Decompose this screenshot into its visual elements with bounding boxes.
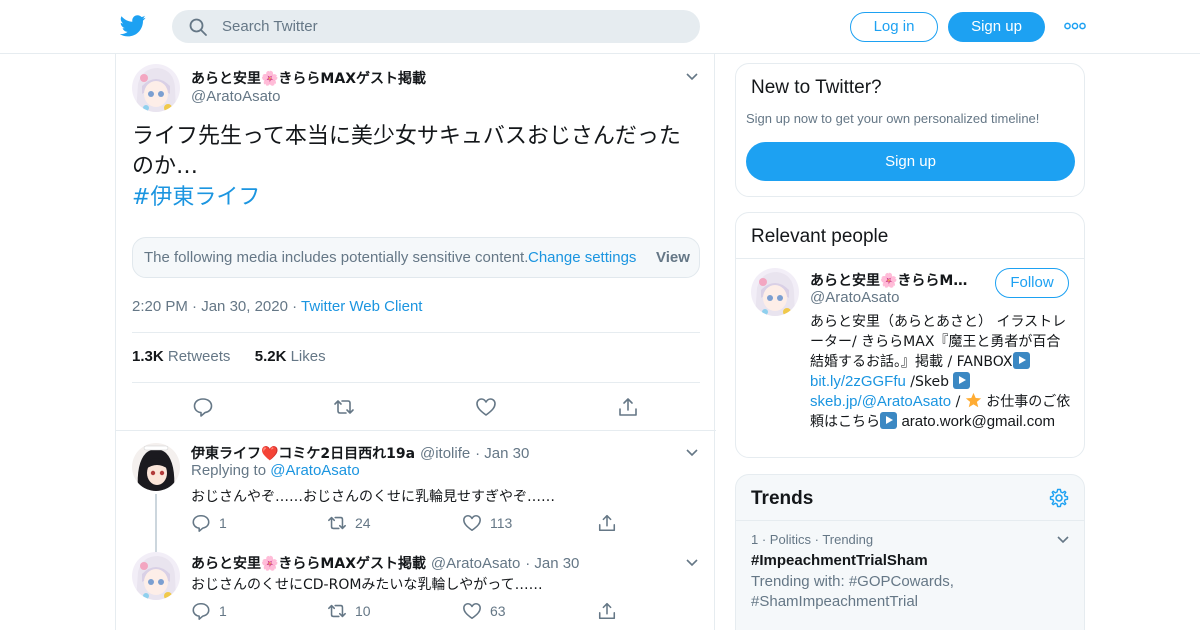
person-bio: あらと安里（あらとあさと） イラストレーター/ きららMAX『魔王と勇者が百合結…	[810, 312, 1072, 432]
tweet-stats: 1.3K Retweets 5.2K Likes	[132, 348, 326, 365]
share-icon	[598, 602, 616, 620]
separator-dot: ·	[292, 298, 302, 315]
reply-author-handle[interactable]: @AratoAsato	[431, 555, 520, 572]
reply-text: おじさんのくせにCD-ROMみたいな乳輪しやがって……	[191, 577, 543, 593]
chevron-down-icon[interactable]	[685, 72, 699, 82]
reply-icon[interactable]	[192, 396, 214, 418]
card-title: Trends	[751, 488, 814, 509]
play-button-icon	[1012, 352, 1030, 369]
reply-icon	[192, 602, 210, 620]
search-input[interactable]	[222, 10, 682, 43]
like-action[interactable]: 113	[462, 513, 542, 533]
reply-action[interactable]: 1	[191, 513, 251, 533]
author-handle[interactable]: @AratoAsato	[191, 88, 280, 105]
reply-author-name[interactable]: あらと安里🌸きららMAXゲスト掲載	[191, 556, 426, 572]
replying-to-handle[interactable]: @AratoAsato	[270, 462, 359, 479]
divider	[736, 258, 1084, 259]
new-to-twitter-card: New to Twitter? Sign up now to get your …	[735, 63, 1085, 197]
retweet-icon	[328, 604, 346, 618]
card-title: New to Twitter?	[751, 77, 882, 98]
card-title: Relevant people	[751, 226, 889, 247]
follow-button[interactable]: Follow	[995, 268, 1069, 298]
separator-dot: ·	[525, 555, 535, 572]
avatar[interactable]	[132, 552, 180, 600]
reply-date[interactable]: Jan 30	[534, 555, 579, 572]
bio-text: /Skeb	[905, 374, 950, 390]
more-options-icon[interactable]	[1064, 21, 1086, 31]
retweet-icon	[328, 516, 346, 530]
search-box[interactable]	[172, 10, 700, 43]
chevron-down-icon[interactable]	[685, 558, 699, 568]
tweet-time[interactable]: 2:20 PM	[132, 298, 188, 315]
twitter-bird-icon[interactable]	[120, 14, 146, 38]
reply-icon	[192, 514, 210, 532]
trend-meta: 1 · Politics · Trending	[751, 532, 874, 547]
person-handle[interactable]: @AratoAsato	[810, 289, 899, 306]
bio-email: arato.work@gmail.com	[901, 413, 1056, 430]
trend-name[interactable]: #ImpeachmentTrialSham	[751, 552, 928, 569]
signup-button[interactable]: Sign up	[948, 12, 1045, 42]
bio-link[interactable]: skeb.jp/@AratoAsato	[810, 393, 951, 410]
tweet-date[interactable]: Jan 30, 2020	[201, 298, 288, 315]
top-bar: Log in Sign up	[0, 0, 1200, 54]
relevant-people-card: Relevant people あらと安里🌸きららM… @AratoAsato …	[735, 212, 1085, 458]
avatar[interactable]	[751, 268, 799, 316]
separator-dot: ·	[192, 298, 202, 315]
divider	[116, 430, 716, 431]
search-icon	[189, 18, 207, 36]
view-media-button[interactable]: View	[656, 249, 690, 266]
reply-header: 伊東ライフ❤️コミケ2日目西れ19a @itolife · Jan 30	[191, 443, 529, 463]
retweets-stat[interactable]: 1.3K Retweets	[132, 348, 230, 365]
share-action[interactable]	[597, 601, 621, 621]
avatar[interactable]	[132, 64, 180, 112]
divider	[736, 520, 1084, 521]
reply-text: おじさんやぞ……おじさんのくせに乳輪見せすぎやぞ……	[191, 489, 555, 505]
bio-link[interactable]: bit.ly/2zGGFfu	[810, 373, 906, 390]
gear-icon[interactable]	[1049, 488, 1069, 508]
bio-text: /	[951, 394, 965, 410]
author-name[interactable]: あらと安里🌸きららMAXゲスト掲載	[191, 68, 426, 88]
divider	[132, 382, 700, 383]
change-settings-link[interactable]: Change settings	[528, 249, 636, 266]
sensitive-media-notice: The following media includes potentially…	[132, 237, 700, 278]
retweet-action[interactable]: 10	[327, 601, 397, 621]
reply-date[interactable]: Jan 30	[484, 445, 529, 462]
chevron-down-icon[interactable]	[685, 448, 699, 458]
star-icon	[965, 392, 981, 408]
like-icon	[463, 514, 481, 532]
reply-header: あらと安里🌸きららMAXゲスト掲載 @AratoAsato · Jan 30	[191, 553, 579, 573]
chevron-down-icon[interactable]	[1056, 535, 1070, 545]
main-timeline: あらと安里🌸きららMAXゲスト掲載 @AratoAsato ライフ先生って本当に…	[115, 54, 716, 630]
share-icon[interactable]	[617, 396, 639, 418]
like-action[interactable]: 63	[462, 601, 542, 621]
share-action[interactable]	[597, 513, 621, 533]
reply-action[interactable]: 1	[191, 601, 251, 621]
signup-button[interactable]: Sign up	[746, 142, 1075, 181]
separator-dot: ·	[475, 445, 485, 462]
tweet-client-link[interactable]: Twitter Web Client	[301, 298, 422, 315]
replying-to-label: Replying to	[191, 462, 267, 479]
card-subtitle: Sign up now to get your own personalized…	[746, 111, 1040, 126]
retweet-action[interactable]: 24	[327, 513, 397, 533]
tweet-text: ライフ先生って本当に美少女サキュバスおじさんだったのか…	[132, 124, 681, 179]
share-icon	[598, 514, 616, 532]
login-button[interactable]: Log in	[850, 12, 938, 42]
tweet-meta: 2:20 PM · Jan 30, 2020 · Twitter Web Cli…	[132, 298, 422, 315]
like-icon	[463, 602, 481, 620]
hashtag-link[interactable]: #伊東ライフ	[132, 183, 260, 213]
replying-to: Replying to @AratoAsato	[191, 462, 360, 479]
play-button-icon	[953, 372, 971, 389]
divider	[132, 332, 700, 333]
person-name[interactable]: あらと安里🌸きららM…	[810, 270, 980, 290]
reply-author-handle[interactable]: @itolife	[420, 445, 470, 462]
reply-author-name[interactable]: 伊東ライフ❤️コミケ2日目西れ19a	[191, 446, 415, 462]
play-button-icon	[880, 412, 897, 429]
trend-related: Trending with: #GOPCowards, #ShamImpeach…	[751, 573, 954, 610]
like-icon[interactable]	[475, 396, 497, 418]
retweet-icon[interactable]	[333, 396, 355, 418]
avatar[interactable]	[132, 443, 180, 491]
trends-card: Trends 1 · Politics · Trending #Impeachm…	[735, 474, 1085, 630]
likes-stat[interactable]: 5.2K Likes	[255, 348, 326, 365]
sensitive-message: The following media includes potentially…	[144, 249, 529, 266]
